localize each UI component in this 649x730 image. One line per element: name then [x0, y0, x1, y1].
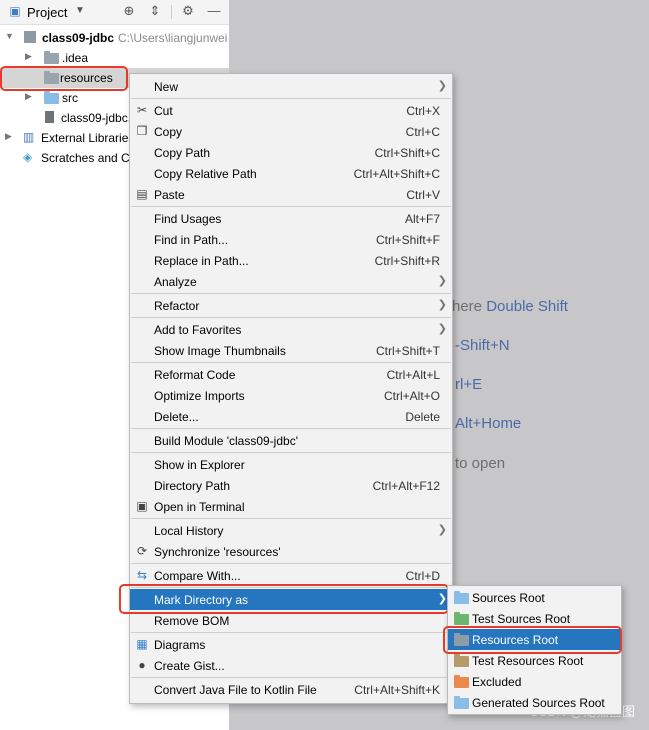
- root-path: C:\Users\liangjunwei: [118, 31, 228, 45]
- menu-item-diagrams[interactable]: ▦ Diagrams: [130, 634, 452, 655]
- toolbar-divider: [171, 5, 172, 19]
- menu-item-replace-in-path[interactable]: Replace in Path... Ctrl+Shift+R: [130, 250, 452, 271]
- locate-icon[interactable]: ⊕: [121, 3, 137, 19]
- diagram-icon: ▦: [136, 637, 148, 651]
- folder-icon: [454, 654, 469, 667]
- menu-item-compare-with[interactable]: ⇆ Compare With... Ctrl+D: [130, 565, 452, 586]
- menu-item-copy-relative-path[interactable]: Copy Relative Path Ctrl+Alt+Shift+C: [130, 163, 452, 184]
- library-icon: ▥: [23, 130, 35, 144]
- github-icon: ●: [138, 658, 146, 672]
- highlight-box-mark-directory: [119, 584, 449, 614]
- menu-item-open-in-terminal[interactable]: ▣ Open in Terminal: [130, 496, 452, 517]
- scissors-icon: ✂: [136, 103, 148, 117]
- scratches-icon: ◈: [23, 150, 33, 164]
- menu-item-create-gist[interactable]: ● Create Gist...: [130, 655, 452, 676]
- module-icon: [24, 31, 36, 43]
- menu-item-directory-path[interactable]: Directory Path Ctrl+Alt+F12: [130, 475, 452, 496]
- menu-item-copy[interactable]: ❐ Copy Ctrl+C: [130, 121, 452, 142]
- menu-item-cut[interactable]: ✂ Cut Ctrl+X: [130, 100, 452, 121]
- project-toolbar: ▣ Project ▼ ⊕ ⇕ ⚙ —: [0, 0, 229, 25]
- submenu-item-excluded[interactable]: Excluded: [448, 671, 621, 692]
- menu-item-paste[interactable]: ▤ Paste Ctrl+V: [130, 184, 452, 205]
- project-view-icon: ▣: [9, 4, 21, 18]
- submenu-item-generated-sources-root[interactable]: Generated Sources Root: [448, 692, 621, 713]
- compare-icon: ⇆: [136, 568, 148, 582]
- menu-divider: [131, 632, 451, 633]
- folder-icon: [454, 675, 469, 688]
- chevron-down-icon[interactable]: ▼: [5, 31, 14, 41]
- hint-drop-files: to open: [455, 455, 506, 472]
- gear-icon[interactable]: ⚙: [180, 3, 196, 19]
- chevron-right-icon: ❯: [437, 275, 447, 287]
- highlight-box-resources-root: [443, 626, 622, 654]
- menu-item-show-in-explorer[interactable]: Show in Explorer: [130, 454, 452, 475]
- menu-item-add-to-favorites[interactable]: Add to Favorites ❯: [130, 319, 452, 340]
- menu-item-find-in-path[interactable]: Find in Path... Ctrl+Shift+F: [130, 229, 452, 250]
- menu-divider: [131, 98, 451, 99]
- chevron-right-icon[interactable]: ▶: [25, 51, 32, 62]
- minimize-icon[interactable]: —: [206, 3, 222, 19]
- menu-divider: [131, 677, 451, 678]
- chevron-right-icon: ❯: [437, 524, 447, 536]
- menu-divider: [131, 293, 451, 294]
- menu-item-reformat-code[interactable]: Reformat Code Ctrl+Alt+L: [130, 364, 452, 385]
- copy-icon: ❐: [136, 124, 148, 138]
- menu-divider: [131, 428, 451, 429]
- tree-item-label: class09-jdbc.: [61, 111, 132, 125]
- chevron-right-icon: ❯: [437, 80, 447, 92]
- highlight-box-resources: [0, 66, 128, 91]
- menu-item-local-history[interactable]: Local History ❯: [130, 520, 452, 541]
- chevron-right-icon[interactable]: ▶: [25, 91, 32, 102]
- folder-icon: [44, 91, 59, 104]
- hint-goto-file: -Shift+N: [455, 337, 510, 354]
- file-icon: [45, 111, 54, 123]
- terminal-icon: ▣: [136, 499, 148, 513]
- tree-item-label: src: [62, 91, 78, 105]
- hint-recent-files: rl+E: [455, 376, 483, 393]
- menu-item-delete[interactable]: Delete... Delete: [130, 406, 452, 427]
- chevron-down-icon[interactable]: ▼: [72, 3, 88, 19]
- submenu-item-sources-root[interactable]: Sources Root: [448, 587, 621, 608]
- menu-item-new[interactable]: New ❯: [130, 76, 452, 97]
- menu-item-synchronize[interactable]: ⟳ Synchronize 'resources': [130, 541, 452, 562]
- menu-item-copy-path[interactable]: Copy Path Ctrl+Shift+C: [130, 142, 452, 163]
- menu-divider: [131, 563, 451, 564]
- folder-icon: [454, 612, 469, 625]
- chevron-right-icon: ❯: [437, 323, 447, 335]
- menu-item-show-image-thumbnails[interactable]: Show Image Thumbnails Ctrl+Shift+T: [130, 340, 452, 361]
- menu-item-build-module[interactable]: Build Module 'class09-jdbc': [130, 430, 452, 451]
- tree-item-label: .idea: [62, 51, 89, 65]
- root-name: class09-jdbc: [42, 31, 115, 45]
- menu-item-optimize-imports[interactable]: Optimize Imports Ctrl+Alt+O: [130, 385, 452, 406]
- tree-row-root[interactable]: ▼ class09-jdbc C:\Users\liangjunwei: [0, 28, 229, 48]
- tree-row-idea[interactable]: ▶ .idea: [0, 48, 229, 68]
- folder-icon: [454, 591, 469, 604]
- menu-item-convert-to-kotlin[interactable]: Convert Java File to Kotlin File Ctrl+Alt…: [130, 679, 452, 700]
- folder-icon: [454, 696, 469, 709]
- menu-divider: [131, 362, 451, 363]
- sync-icon: ⟳: [136, 544, 148, 558]
- chevron-right-icon: ❯: [437, 299, 447, 311]
- menu-divider: [131, 518, 451, 519]
- tree-item-label: Scratches and Co: [41, 151, 137, 165]
- menu-item-refactor[interactable]: Refactor ❯: [130, 295, 452, 316]
- menu-divider: [131, 206, 451, 207]
- chevron-right-icon[interactable]: ▶: [5, 131, 12, 142]
- hint-navigation-bar: Alt+Home: [455, 415, 522, 432]
- folder-icon: [44, 51, 59, 64]
- collapse-all-icon[interactable]: ⇕: [147, 3, 163, 19]
- menu-divider: [131, 317, 451, 318]
- menu-item-find-usages[interactable]: Find Usages Alt+F7: [130, 208, 452, 229]
- hint-search-everywhere: here Double Shift: [452, 298, 568, 315]
- clipboard-icon: ▤: [136, 187, 148, 201]
- tree-item-label: External Libraries: [41, 131, 135, 145]
- project-title[interactable]: Project: [27, 5, 67, 20]
- menu-divider: [131, 452, 451, 453]
- menu-item-analyze[interactable]: Analyze ❯: [130, 271, 452, 292]
